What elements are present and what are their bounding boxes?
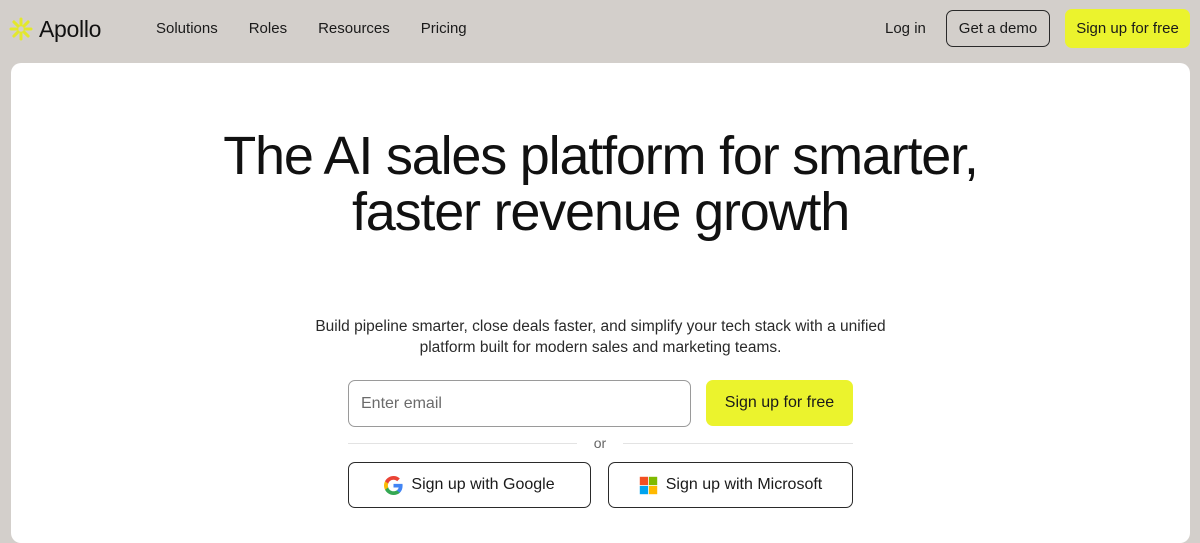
google-signup-button[interactable]: Sign up with Google xyxy=(348,462,591,508)
google-icon xyxy=(384,475,403,495)
email-input[interactable] xyxy=(348,380,691,427)
nav-item-solutions[interactable]: Solutions xyxy=(156,19,218,39)
hero-subtitle: Build pipeline smarter, close deals fast… xyxy=(315,318,886,356)
signup-hero-button[interactable]: Sign up for free xyxy=(706,380,853,426)
divider-line-left xyxy=(348,443,577,444)
main-nav: Solutions Roles Resources Pricing xyxy=(156,19,498,39)
nav-item-pricing[interactable]: Pricing xyxy=(421,19,467,39)
microsoft-signup-label: Sign up with Microsoft xyxy=(665,476,823,493)
apollo-logo[interactable]: Apollo xyxy=(9,14,101,44)
get-demo-button[interactable]: Get a demo xyxy=(946,10,1050,47)
top-navigation-bar: Apollo Solutions Roles Resources Pricing… xyxy=(0,0,1200,60)
hero-title: The AI sales platform for smarter, faste… xyxy=(223,126,979,242)
signup-header-button[interactable]: Sign up for free xyxy=(1065,9,1190,48)
apollo-asterisk-logo-icon xyxy=(9,17,33,41)
nav-item-resources[interactable]: Resources xyxy=(318,19,390,39)
nav-item-roles[interactable]: Roles xyxy=(249,19,287,39)
logo-wordmark: Apollo xyxy=(39,15,102,42)
divider-line-right xyxy=(623,443,853,444)
hero-card: The AI sales platform for smarter, faste… xyxy=(11,63,1190,543)
login-link[interactable]: Log in xyxy=(885,19,926,39)
google-signup-label: Sign up with Google xyxy=(411,476,555,493)
divider-or-text: or xyxy=(593,435,607,451)
microsoft-icon xyxy=(639,476,657,494)
microsoft-signup-button[interactable]: Sign up with Microsoft xyxy=(608,462,853,508)
